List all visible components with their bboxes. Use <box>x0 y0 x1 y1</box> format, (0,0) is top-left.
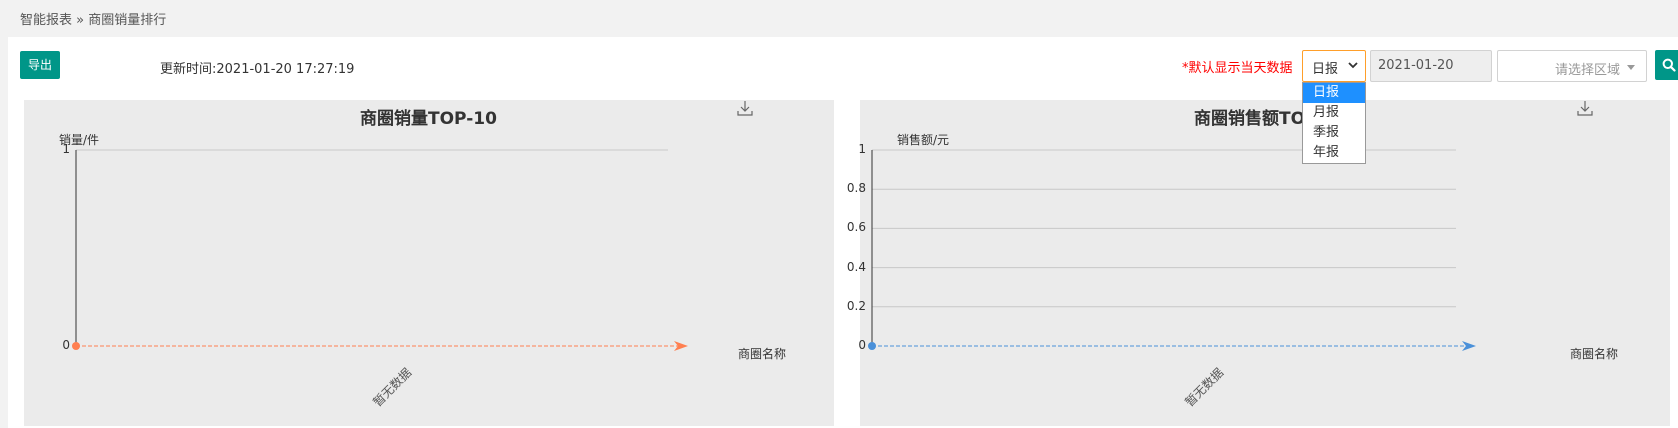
chart-sales-volume-plot <box>72 149 688 351</box>
data-point <box>72 342 80 350</box>
breadcrumb-separator: » <box>76 13 85 28</box>
data-point <box>868 342 876 350</box>
search-icon <box>1662 58 1676 72</box>
y-tick-label: 1 <box>858 142 866 156</box>
y-tick-label: 1 <box>62 142 70 156</box>
y-tick-label: 0 <box>858 338 866 352</box>
region-select[interactable]: 请选择区域 <box>1497 50 1647 82</box>
chart-sales-amount: 商圈销售额TO 销售额/元 商圈名称 0 0.2 0.4 0.6 0.8 1 暂无数据 <box>847 100 1670 426</box>
chart-xlabel: 商圈名称 <box>738 347 787 361</box>
date-input[interactable]: 2021-01-20 <box>1370 50 1492 82</box>
breadcrumb-current: 商圈销量排行 <box>88 13 167 28</box>
period-option-yearly[interactable]: 年报 <box>1303 143 1365 163</box>
y-tick-label: 0.6 <box>846 220 866 235</box>
report-panel: 导出 更新时间:2021-01-20 17:27:19 *默认显示当天数据 日报… <box>8 37 1678 428</box>
y-tick-label: 0.8 <box>846 181 866 196</box>
period-select[interactable]: 日报 <box>1302 50 1366 82</box>
caret-down-icon <box>1627 65 1635 70</box>
download-icon[interactable] <box>737 100 753 116</box>
download-icon[interactable] <box>1577 100 1593 116</box>
search-button[interactable] <box>1655 50 1678 80</box>
period-dropdown: 日报 月报 季报 年报 <box>1302 82 1366 164</box>
update-time: 更新时间:2021-01-20 17:27:19 <box>160 62 355 77</box>
x-axis-arrow <box>1462 341 1476 351</box>
chart-sales-volume: 商圈销量TOP-10 销量/件 商圈名称 01 暂无数据 <box>24 100 834 426</box>
period-option-quarterly[interactable]: 季报 <box>1303 123 1365 143</box>
chart-sales-amount-plot <box>868 149 1476 351</box>
chevron-down-icon <box>1348 62 1358 69</box>
region-select-placeholder: 请选择区域 <box>1554 63 1620 78</box>
chart-xlabel: 商圈名称 <box>1570 347 1619 361</box>
breadcrumb-root[interactable]: 智能报表 <box>20 13 72 28</box>
chart-ylabel: 销售额/元 <box>897 133 950 147</box>
y-tick-label: 0.2 <box>846 298 866 313</box>
period-select-value: 日报 <box>1312 62 1339 77</box>
chart-title: 商圈销售额TO <box>1194 109 1306 129</box>
breadcrumb: 智能报表 » 商圈销量排行 <box>20 9 166 28</box>
export-button[interactable]: 导出 <box>20 51 60 79</box>
period-option-monthly[interactable]: 月报 <box>1303 103 1365 123</box>
chart-title: 商圈销量TOP-10 <box>360 109 497 129</box>
y-tick-label: 0.4 <box>846 259 866 274</box>
period-option-daily[interactable]: 日报 <box>1303 83 1365 103</box>
y-tick-label: 0 <box>62 338 70 352</box>
default-data-notice: *默认显示当天数据 <box>1182 61 1293 76</box>
